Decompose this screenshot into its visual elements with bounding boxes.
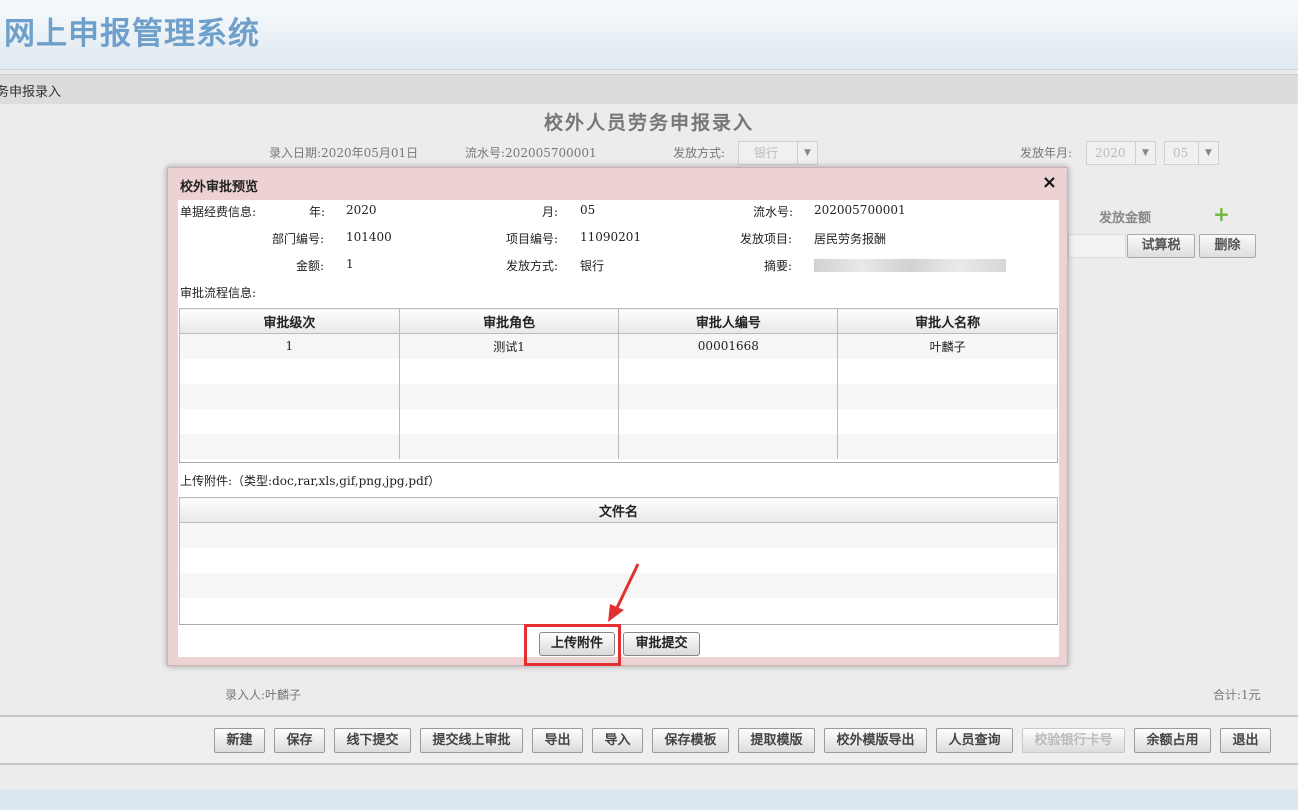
pay-method-label: 发放方式: — [673, 146, 726, 160]
cell-approver-name: 叶麟子 — [837, 333, 1058, 359]
pay-method-value: 银行 — [754, 146, 779, 160]
add-row-icon[interactable]: + — [1213, 202, 1230, 226]
dept-label: 部门编号: — [272, 232, 325, 246]
col-header-level[interactable]: 审批级次 — [179, 308, 400, 334]
calc-tax-button[interactable]: 试算税 — [1127, 234, 1195, 258]
year-select[interactable]: 2020 ▼ — [1086, 141, 1156, 165]
summary-label: 摘要: — [764, 259, 793, 273]
table-row — [179, 522, 1058, 548]
chevron-down-icon: ▼ — [797, 142, 817, 164]
page-footer — [0, 790, 1298, 810]
offline-submit-button[interactable]: 线下提交 — [334, 728, 411, 753]
page-title: 校外人员劳务申报录入 — [543, 112, 754, 134]
table-row[interactable]: 1 测试1 00001668 叶麟子 — [179, 333, 1058, 359]
method-label: 发放方式: — [506, 259, 559, 273]
chevron-down-icon: ▼ — [1198, 142, 1218, 164]
table-row — [179, 358, 1058, 384]
annotation-arrow-icon — [608, 563, 640, 622]
flow-info-label: 审批流程信息: — [180, 286, 257, 300]
amount-column-header: 发放金额 — [1099, 211, 1152, 226]
summary-value-redacted — [814, 259, 1006, 272]
breadcrumb[interactable]: 务申报录入 — [0, 81, 61, 100]
online-approval-button[interactable]: 提交线上审批 — [420, 728, 523, 753]
amount-label: 金额: — [296, 259, 325, 273]
entered-by: 录入人:叶麟子 — [225, 688, 302, 702]
month-value: 05 — [1173, 146, 1189, 160]
amount-value: 1 — [346, 257, 354, 271]
serial-number: 流水号:202005700001 — [465, 146, 597, 160]
save-template-button[interactable]: 保存模板 — [652, 728, 729, 753]
dept-value: 101400 — [346, 230, 392, 244]
col-header-filename[interactable]: 文件名 — [179, 497, 1058, 523]
col-header-approver-id[interactable]: 审批人编号 — [618, 308, 839, 334]
col-header-role[interactable]: 审批角色 — [398, 308, 620, 334]
entry-date: 录入日期:2020年05月01日 — [269, 146, 419, 160]
item-label: 发放项目: — [740, 232, 793, 246]
table-row — [179, 433, 1058, 459]
total: 合计:1元 — [1213, 688, 1261, 702]
item-value: 居民劳务报酬 — [814, 232, 887, 246]
amount-input[interactable] — [1068, 234, 1126, 258]
year-value: 2020 — [1095, 146, 1126, 160]
save-button[interactable]: 保存 — [274, 728, 325, 753]
month-label: 月: — [542, 205, 559, 219]
pay-month-label: 发放年月: — [1020, 146, 1073, 160]
cell-level: 1 — [179, 333, 400, 359]
col-header-approver-name[interactable]: 审批人名称 — [837, 308, 1058, 334]
chevron-down-icon: ▼ — [1135, 142, 1155, 164]
external-template-export-button[interactable]: 校外模版导出 — [824, 728, 927, 753]
balance-reserve-button[interactable]: 余额占用 — [1134, 728, 1211, 753]
method-value: 银行 — [580, 259, 605, 273]
bill-info-label: 单据经费信息: — [180, 205, 257, 219]
exit-button[interactable]: 退出 — [1220, 728, 1271, 753]
cell-role: 测试1 — [398, 333, 620, 359]
cell-approver-id: 00001668 — [618, 333, 839, 359]
highlight-annotation — [524, 624, 621, 666]
month-select[interactable]: 05 ▼ — [1164, 141, 1219, 165]
month-value: 05 — [580, 203, 596, 217]
export-button[interactable]: 导出 — [532, 728, 583, 753]
nav-bar: 务申报录入 — [0, 74, 1298, 104]
table-header-row: 文件名 — [179, 497, 1058, 523]
dialog-title: 校外审批预览 — [180, 180, 259, 195]
action-toolbar: 新建 保存 线下提交 提交线上审批 导出 导入 保存模板 提取模版 校外模版导出… — [0, 717, 1298, 765]
table-row — [179, 408, 1058, 434]
year-label: 年: — [309, 205, 326, 219]
person-search-button[interactable]: 人员查询 — [936, 728, 1013, 753]
table-header-row: 审批级次 审批角色 审批人编号 审批人名称 — [179, 308, 1058, 334]
new-button[interactable]: 新建 — [214, 728, 265, 753]
serial-label: 流水号: — [753, 205, 794, 219]
app-title: 网上申报管理系统 — [4, 16, 260, 52]
project-label: 项目编号: — [506, 232, 559, 246]
approval-flow-table: 审批级次 审批角色 审批人编号 审批人名称 1 测试1 00001668 叶麟子 — [179, 308, 1058, 463]
verify-bank-card-button[interactable]: 校验银行卡号 — [1022, 728, 1125, 753]
pay-method-select[interactable]: 银行 ▼ — [738, 141, 818, 165]
delete-button[interactable]: 删除 — [1199, 234, 1256, 258]
app-header: 网上申报管理系统 — [0, 0, 1298, 70]
year-value: 2020 — [346, 203, 377, 217]
approval-submit-button[interactable]: 审批提交 — [623, 632, 700, 656]
close-icon[interactable]: × — [1042, 172, 1057, 193]
serial-value: 202005700001 — [814, 203, 906, 217]
table-row — [179, 383, 1058, 409]
project-value: 11090201 — [580, 230, 642, 244]
approval-grid: 审批级次 审批角色 审批人编号 审批人名称 1 测试1 00001668 叶麟子 — [179, 308, 1058, 459]
import-button[interactable]: 导入 — [592, 728, 643, 753]
attachment-label: 上传附件:（类型:doc,rar,xls,gif,png,jpg,pdf） — [180, 474, 441, 488]
load-template-button[interactable]: 提取模版 — [738, 728, 815, 753]
